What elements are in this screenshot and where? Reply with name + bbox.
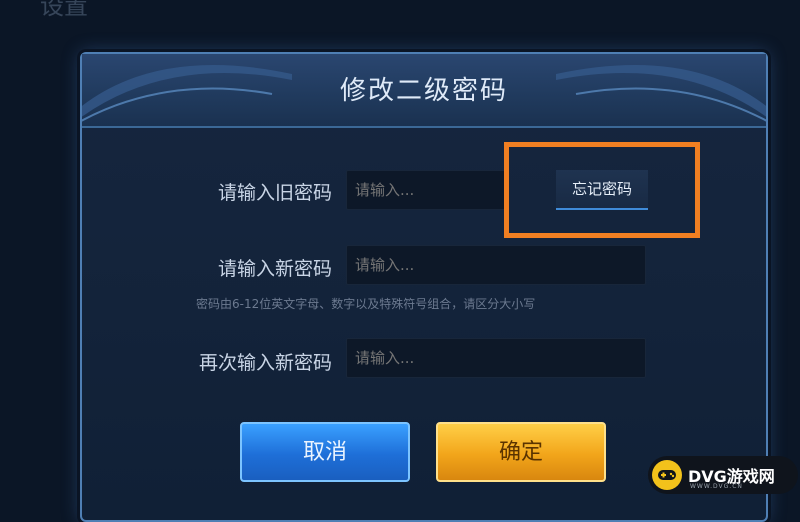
old-password-input[interactable]: [346, 170, 508, 210]
gamepad-icon: [652, 460, 682, 490]
change-password-dialog: 修改二级密码: [80, 52, 768, 522]
dialog-header: 修改二级密码: [82, 54, 766, 128]
watermark: DVG游戏网 WWW.DVG.CN: [648, 456, 798, 494]
watermark-url: WWW.DVG.CN: [690, 483, 743, 490]
confirm-button[interactable]: 确定: [436, 422, 606, 482]
new-password-label: 请输入新密码: [217, 258, 332, 280]
confirm-password-input[interactable]: [346, 338, 646, 378]
password-hint: 密码由6-12位英文字母、数字以及特殊符号组合，请区分大小写: [196, 297, 536, 311]
new-password-input[interactable]: [346, 245, 646, 285]
dialog-title: 修改二级密码: [339, 76, 508, 106]
old-password-label: 请输入旧密码: [217, 182, 332, 204]
cancel-button[interactable]: 取消: [240, 422, 410, 482]
background-title: 设置: [40, 0, 88, 20]
highlight-box: [504, 142, 700, 238]
confirm-password-label: 再次输入新密码: [198, 352, 332, 374]
